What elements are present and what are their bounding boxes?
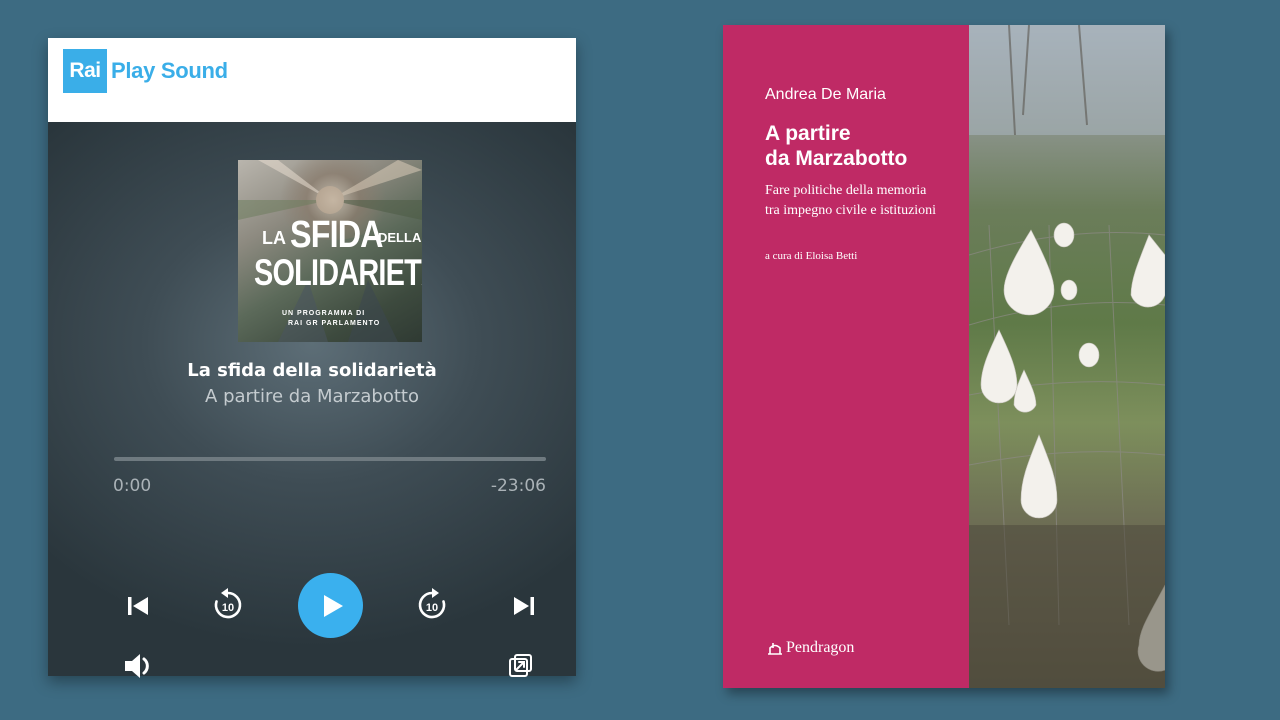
cover-text-sfida: SFIDA bbox=[290, 214, 383, 256]
book-cover-text-panel: Andrea De Maria A partire da Marzabotto … bbox=[723, 25, 969, 688]
cover-program-line1: UN PROGRAMMA DI bbox=[282, 310, 366, 317]
audio-player-card: Rai Play Sound LA SFIDA DELLA SOLIDARIET… bbox=[48, 38, 576, 678]
player-header: Rai Play Sound bbox=[48, 38, 576, 122]
time-remaining: -23:06 bbox=[490, 476, 546, 496]
volume-icon bbox=[125, 654, 149, 678]
cover-text-la: LA bbox=[262, 228, 286, 248]
logo-playsound-text: Play Sound bbox=[111, 58, 228, 83]
book-subtitle-line1: Fare politiche della memoria bbox=[765, 183, 927, 198]
book-subtitle-line2: tra impegno civile e istituzioni bbox=[765, 203, 937, 218]
popout-button[interactable] bbox=[504, 650, 536, 682]
skip-next-icon bbox=[514, 597, 534, 615]
forward-amount: 10 bbox=[426, 602, 438, 614]
cover-text-della: DELLA bbox=[378, 230, 422, 245]
forward-10-button[interactable]: 10 bbox=[412, 585, 452, 625]
previous-track-button[interactable] bbox=[120, 592, 156, 620]
track-title: La sfida della solidarietà bbox=[187, 360, 437, 381]
book-subtitle: Fare politiche della memoria tra impegno… bbox=[765, 181, 965, 221]
forward-10-icon: 10 bbox=[418, 588, 446, 619]
skip-previous-icon bbox=[128, 597, 148, 615]
cover-program-line2: RAI GR PARLAMENTO bbox=[288, 320, 381, 327]
track-subtitle: A partire da Marzabotto bbox=[205, 386, 419, 407]
rewind-10-button[interactable]: 10 bbox=[208, 585, 248, 625]
paper-drops-photo bbox=[969, 25, 1165, 688]
book-title-line2: da Marzabotto bbox=[765, 147, 908, 170]
cover-text-solidarieta: SOLIDARIETÀ bbox=[254, 252, 422, 293]
progress-bar[interactable] bbox=[114, 457, 546, 461]
book-cover-photo bbox=[969, 25, 1165, 688]
book-editor: a cura di Eloisa Betti bbox=[765, 250, 858, 262]
book-cover: Andrea De Maria A partire da Marzabotto … bbox=[723, 25, 1165, 688]
external-window-icon bbox=[509, 654, 532, 677]
rewind-amount: 10 bbox=[222, 602, 234, 614]
podcast-cover-art: LA SFIDA DELLA SOLIDARIETÀ UN PROGRAMMA … bbox=[238, 160, 422, 342]
pendragon-logo-icon bbox=[768, 643, 782, 655]
play-button[interactable] bbox=[298, 573, 363, 638]
book-publisher: Pendragon bbox=[765, 639, 854, 657]
book-title: A partire da Marzabotto bbox=[765, 121, 965, 171]
next-track-button[interactable] bbox=[506, 592, 542, 620]
volume-button[interactable] bbox=[120, 650, 160, 682]
logo-rai-box: Rai bbox=[63, 49, 107, 93]
time-elapsed: 0:00 bbox=[113, 476, 152, 496]
rewind-10-icon: 10 bbox=[214, 588, 242, 619]
play-icon bbox=[323, 594, 343, 617]
book-title-line1: A partire bbox=[765, 122, 851, 145]
publisher-name: Pendragon bbox=[786, 639, 855, 656]
book-author: Andrea De Maria bbox=[765, 86, 886, 103]
raiplaysound-logo[interactable]: Rai Play Sound bbox=[63, 49, 228, 93]
player-body: LA SFIDA DELLA SOLIDARIETÀ UN PROGRAMMA … bbox=[48, 122, 576, 678]
